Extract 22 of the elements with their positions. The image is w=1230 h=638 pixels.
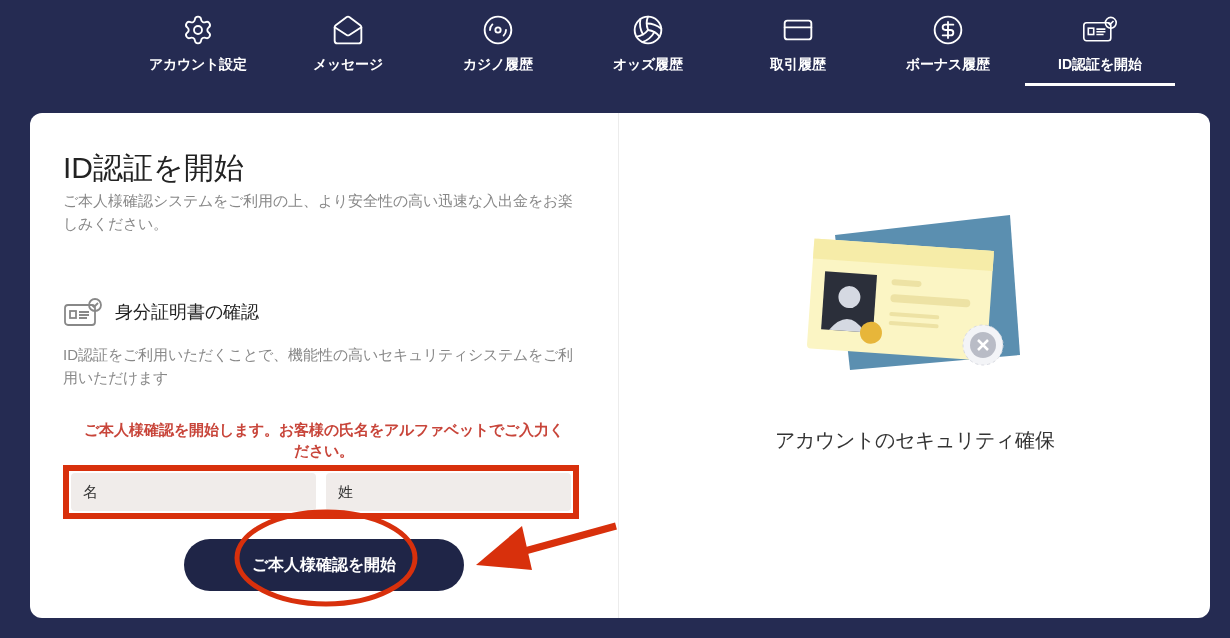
name-field[interactable]: 姓: [326, 472, 571, 511]
nav-tab[interactable]: オッズ履歴: [573, 14, 723, 86]
name-field[interactable]: 名: [71, 472, 316, 511]
section-text: ID認証をご利用いただくことで、機能性の高いセキュリティシステムをご利用いただけます: [63, 344, 574, 388]
nav-tab[interactable]: ID認証を開始: [1025, 14, 1175, 86]
roulette-icon: [482, 14, 514, 46]
envelope-icon: [332, 14, 364, 46]
id-card-icon: [63, 296, 103, 329]
nav-tab[interactable]: ボーナス履歴: [873, 14, 1023, 86]
settings-icon: [182, 14, 214, 46]
nav-tab[interactable]: 取引履歴: [723, 14, 873, 86]
nav-tab[interactable]: メッセージ: [273, 14, 423, 86]
page-title: ID認証を開始: [63, 150, 245, 186]
dollar-icon: [932, 14, 964, 46]
intro-text: ご本人様確認システムをご利用の上、より安全性の高い迅速な入出金をお楽しみください。: [63, 190, 574, 234]
ball-icon: [632, 14, 664, 46]
notice-text: ご本人様確認を開始します。お客様の氏名をアルファベットでご入力ください。: [83, 419, 565, 461]
nav-tab[interactable]: カジノ履歴: [423, 14, 573, 86]
security-caption: アカウントのセキュリティ確保: [774, 428, 1055, 453]
nav-tab[interactable]: アカウント設定: [123, 14, 273, 86]
section-heading: 身分証明書の確認: [115, 301, 259, 324]
start-verification-button[interactable]: ご本人様確認を開始: [184, 538, 464, 591]
